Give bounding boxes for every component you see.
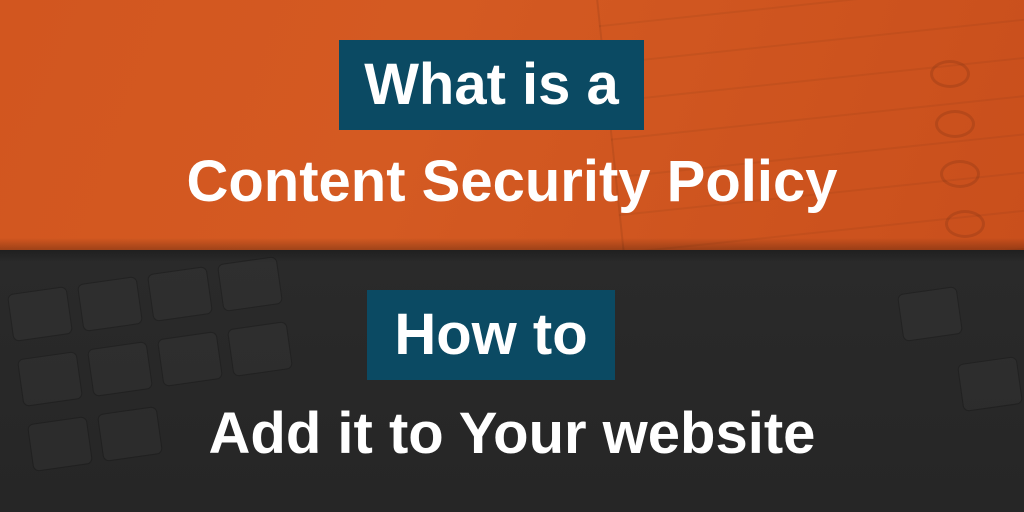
heading-line-add-it-to-your-website: Add it to Your website (208, 401, 816, 466)
keyboard-key-decoration (896, 286, 964, 342)
keyboard-key-decoration (76, 276, 144, 332)
notebook-ring-icon (945, 210, 985, 238)
heading-line-what-is-a: What is a (364, 52, 619, 117)
heading-line-how-to: How to (394, 302, 588, 367)
keyboard-key-decoration (226, 321, 294, 377)
notebook-ring-icon (930, 60, 970, 88)
keyboard-key-decoration (956, 356, 1024, 412)
heading-line-content-security-policy: Content Security Policy (186, 149, 838, 214)
keyboard-key-decoration (146, 266, 214, 322)
keyboard-key-decoration (216, 256, 284, 312)
keyboard-key-decoration (16, 351, 84, 407)
notebook-ring-icon (940, 160, 980, 188)
keyboard-key-decoration (156, 331, 224, 387)
keyboard-key-decoration (26, 416, 94, 472)
keyboard-key-decoration (6, 286, 74, 342)
keyboard-key-decoration (86, 341, 154, 397)
notebook-ring-icon (935, 110, 975, 138)
panel-seam-shadow (0, 238, 1024, 262)
